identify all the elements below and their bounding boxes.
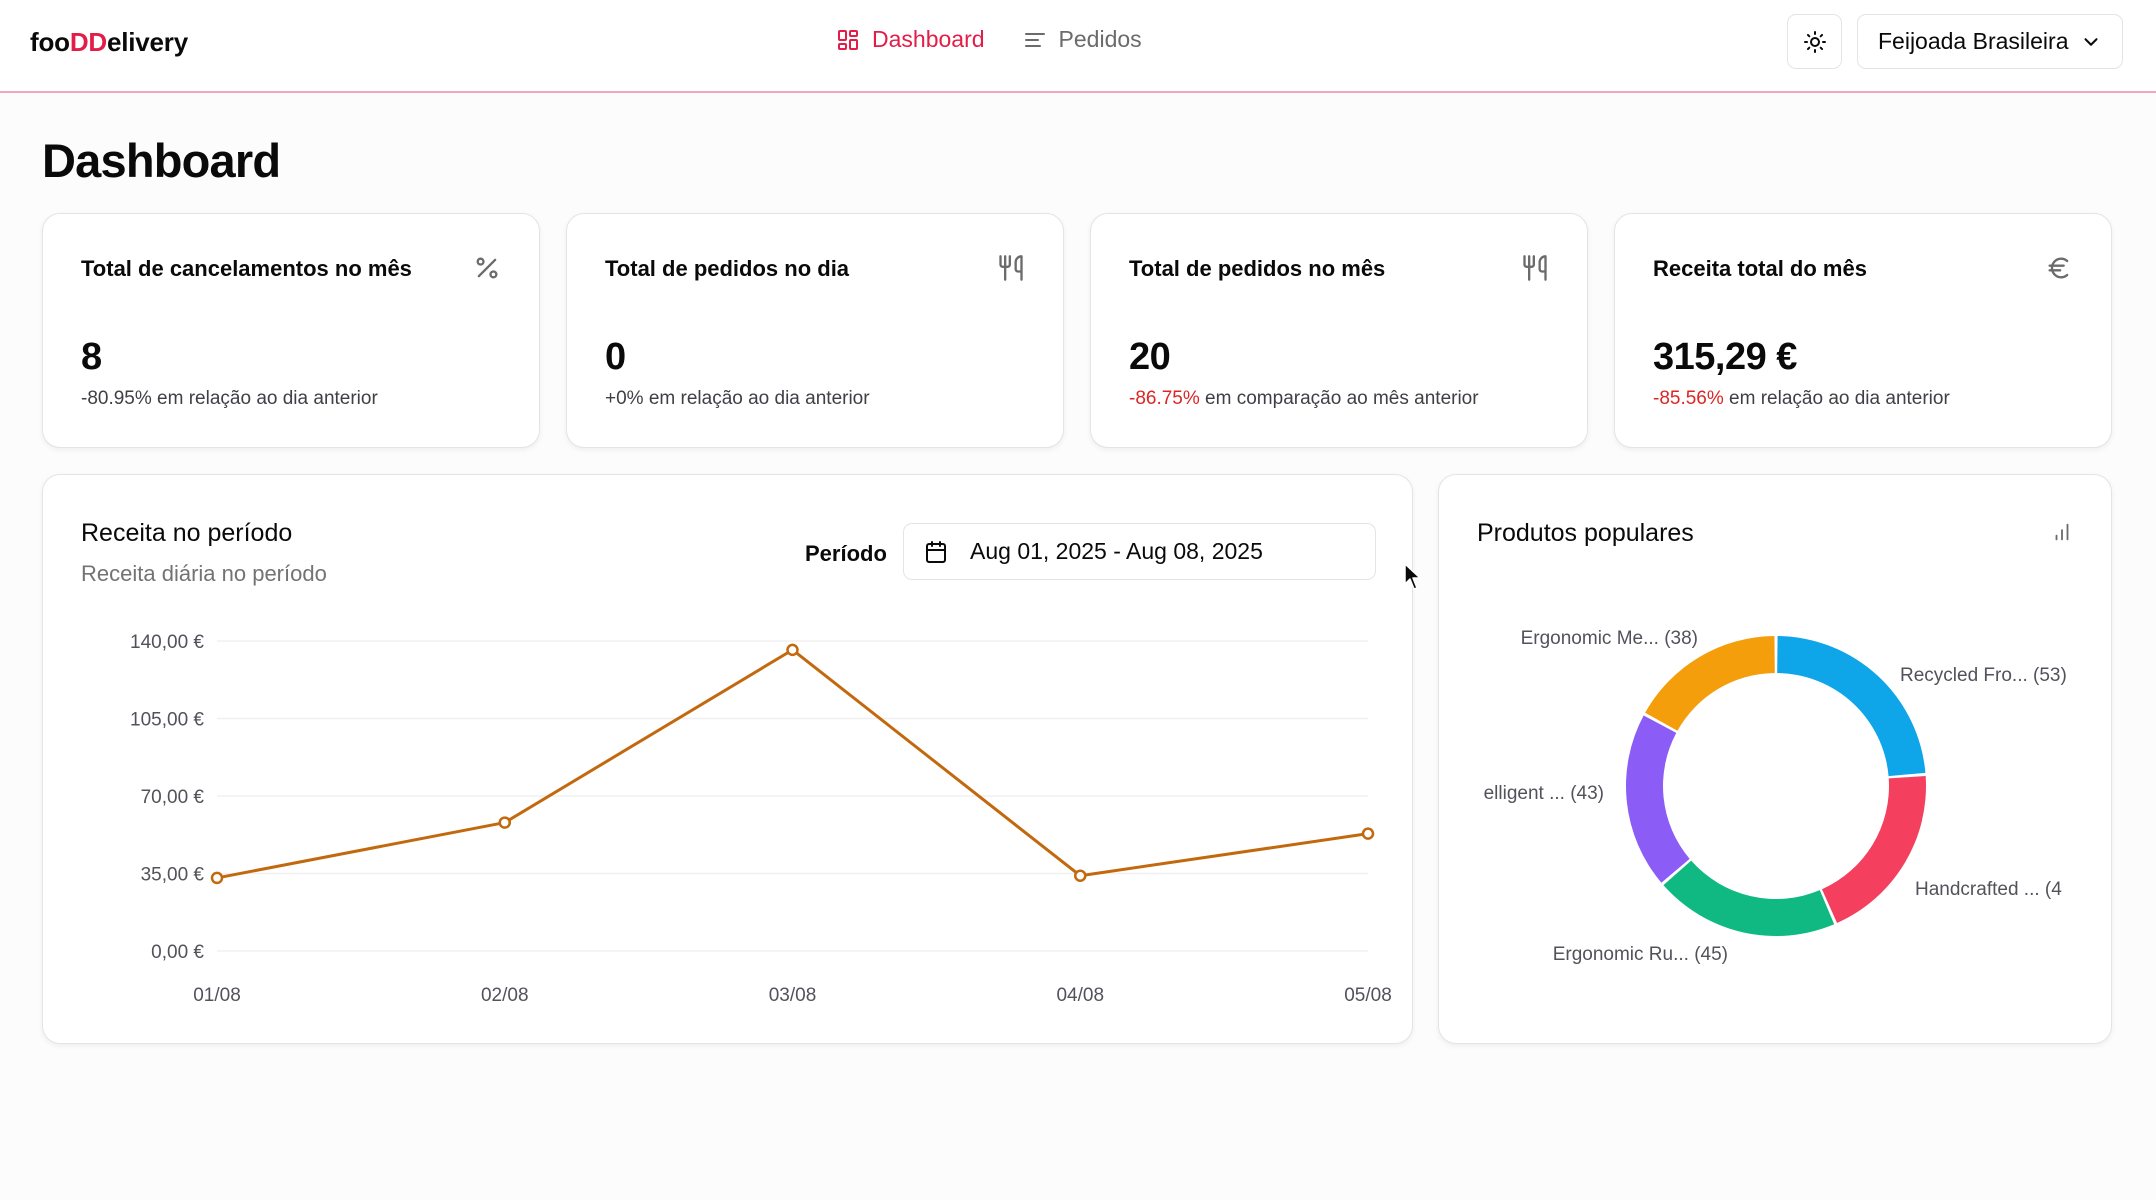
donut-slice[interactable] xyxy=(1777,636,1926,777)
stat-description: -80.95% em relação ao dia anterior xyxy=(81,388,378,410)
list-icon xyxy=(1024,32,1045,47)
x-tick-label: 02/08 xyxy=(481,985,529,1006)
logo-text-part1: foo xyxy=(30,27,70,57)
slice-label: Handcrafted ... (4 xyxy=(1915,879,2062,900)
stat-description: +0% em relação ao dia anterior xyxy=(605,388,870,410)
layout-grid-icon xyxy=(838,29,858,50)
stat-card-pedidos-mes: Total de pedidos no mês 20 -86.75% em co… xyxy=(1090,213,1588,448)
x-tick-label: 05/08 xyxy=(1344,985,1392,1006)
stat-card-cancelamentos: Total de cancelamentos no mês 8 -80.95% … xyxy=(42,213,540,448)
logo-text-part3: elivery xyxy=(106,27,188,57)
y-tick-label: 0,00 € xyxy=(151,942,204,963)
donut-slice[interactable] xyxy=(1663,860,1835,936)
x-tick-label: 03/08 xyxy=(769,985,817,1006)
store-name: Feijoada Brasileira xyxy=(1878,28,2069,54)
stat-description: -85.56% em relação ao dia anterior xyxy=(1653,388,1950,410)
donut-slice[interactable] xyxy=(1645,636,1775,731)
stat-card-pedidos-dia: Total de pedidos no dia 0 +0% em relação… xyxy=(566,213,1064,448)
y-tick-label: 140,00 € xyxy=(130,632,204,653)
data-point[interactable] xyxy=(210,871,224,885)
series-line xyxy=(216,648,1369,880)
stat-value: 8 xyxy=(81,336,102,378)
nav-item-pedidos[interactable]: Pedidos xyxy=(1023,26,1142,53)
main-nav: Dashboard Pedidos xyxy=(836,26,1142,53)
page-title: Dashboard xyxy=(42,134,281,187)
stat-title: Receita total do mês xyxy=(1653,256,1867,281)
utensils-icon xyxy=(999,255,1023,281)
stat-change-suffix: em relação ao dia anterior xyxy=(151,388,378,409)
revenue-chart-card: Receita no período Receita diária no per… xyxy=(42,474,1413,1044)
store-selector[interactable]: Feijoada Brasileira xyxy=(1857,14,2123,69)
stat-change: -80.95% xyxy=(81,388,152,409)
stat-change: -85.56% xyxy=(1653,388,1724,409)
theme-toggle-button[interactable] xyxy=(1787,14,1842,69)
popular-products-card: Produtos populares Recycled Fro... (53) H… xyxy=(1438,474,2112,1044)
euro-icon xyxy=(2048,257,2069,279)
app-logo[interactable]: fooDDelivery xyxy=(30,27,188,58)
nav-item-dashboard[interactable]: Dashboard xyxy=(836,26,985,53)
revenue-line-chart: 0,00 € 35,00 € 70,00 € 105,00 € 140,00 € 01/0… xyxy=(130,632,1392,1006)
y-tick-label: 70,00 € xyxy=(141,787,205,808)
data-point[interactable] xyxy=(786,643,799,657)
stat-value: 20 xyxy=(1129,336,1171,378)
slice-label: Recycled Fro... (53) xyxy=(1900,665,2067,686)
mouse-cursor-icon xyxy=(1404,563,1421,590)
popular-products-donut-chart: Recycled Fro... (53) Handcrafted ... (4 Er… xyxy=(1484,628,2067,965)
stat-title: Total de pedidos no mês xyxy=(1129,256,1386,281)
y-tick-label: 35,00 € xyxy=(141,865,205,886)
data-point[interactable] xyxy=(1074,869,1087,882)
slice-label: elligent ... (43) xyxy=(1484,783,1604,804)
stat-description: -86.75% em comparação ao mês anterior xyxy=(1129,388,1479,410)
donut-slice[interactable] xyxy=(1626,715,1690,883)
data-point[interactable] xyxy=(1361,827,1375,840)
data-point[interactable] xyxy=(498,816,511,829)
top-header: fooDDelivery Dashboard Pedidos Feijoada … xyxy=(0,0,2156,93)
sun-icon xyxy=(1803,30,1826,53)
stat-change-suffix: em relação ao dia anterior xyxy=(643,388,870,409)
stat-value: 315,29 € xyxy=(1653,336,1797,378)
stat-title: Total de pedidos no dia xyxy=(605,256,850,281)
stat-title: Total de cancelamentos no mês xyxy=(81,256,412,281)
x-tick-label: 04/08 xyxy=(1056,985,1104,1006)
percent-icon xyxy=(476,257,498,279)
donut-slice[interactable] xyxy=(1821,775,1926,924)
slice-label: Ergonomic Ru... (45) xyxy=(1553,944,1728,965)
utensils-icon xyxy=(1523,255,1547,281)
stat-change: -86.75% xyxy=(1129,388,1200,409)
stat-change-suffix: em comparação ao mês anterior xyxy=(1199,388,1479,409)
stat-change-suffix: em relação ao dia anterior xyxy=(1723,388,1950,409)
y-tick-label: 105,00 € xyxy=(130,710,204,731)
slice-label: Ergonomic Me... (38) xyxy=(1521,628,1698,649)
stat-value: 0 xyxy=(605,336,626,378)
nav-label-pedidos: Pedidos xyxy=(1058,26,1142,52)
nav-label-dashboard: Dashboard xyxy=(872,26,985,52)
stat-card-receita: Receita total do mês 315,29 € -85.56% em… xyxy=(1614,213,2112,448)
x-tick-label: 01/08 xyxy=(193,985,241,1006)
chevron-down-icon xyxy=(2084,37,2098,46)
logo-text-highlight: DD xyxy=(69,27,107,57)
stat-change: +0% xyxy=(605,388,644,409)
